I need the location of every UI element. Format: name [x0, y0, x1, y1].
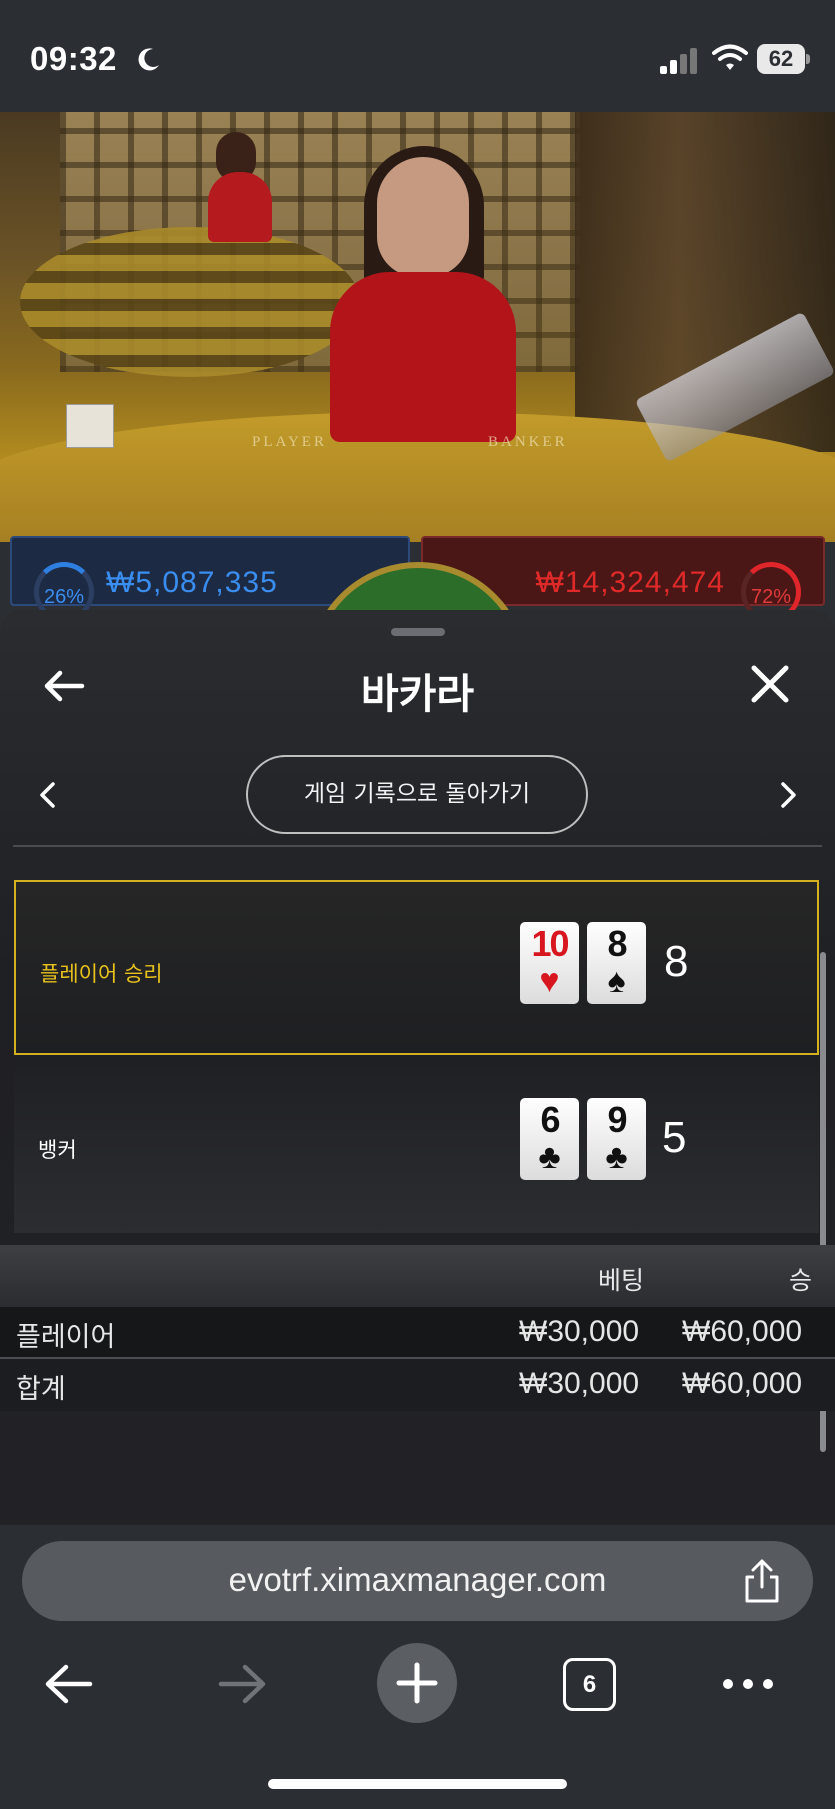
background-table [20, 227, 360, 377]
card-suit: ♠ [607, 962, 626, 1000]
background-dealer [208, 172, 272, 242]
playing-card: 10 ♥ [520, 922, 579, 1004]
table-label-banker: BANKER [488, 434, 568, 450]
banker-score: 5 [662, 1113, 687, 1162]
home-indicator[interactable] [268, 1779, 567, 1789]
card-suit: ♣ [605, 1138, 628, 1176]
wifi-icon [712, 44, 748, 70]
column-header-win: 승 [789, 1266, 813, 1295]
back-to-history-button[interactable]: 게임 기록으로 돌아가기 [246, 755, 588, 834]
playing-card: 9 ♣ [587, 1098, 646, 1180]
row-label: 합계 [16, 1374, 66, 1405]
player-total-amount: ₩5,087,335 [106, 566, 278, 599]
table-header: 베팅 승 [0, 1245, 835, 1307]
dealer [330, 272, 516, 442]
playing-card: 8 ♠ [587, 922, 646, 1004]
back-icon[interactable] [42, 1657, 96, 1711]
player-result-row: 플레이어 승리 10 ♥ 8 ♠ 8 [14, 880, 819, 1055]
row-label: 플레이어 [16, 1322, 116, 1353]
tabs-icon[interactable]: 6 [563, 1658, 616, 1711]
chevron-left-icon[interactable] [36, 780, 60, 810]
banker-result-row: 뱅커 6 ♣ 9 ♣ 5 [14, 1058, 819, 1233]
forward-icon[interactable] [215, 1657, 269, 1711]
card-rank: 8 [607, 923, 627, 964]
card-suit: ♥ [539, 962, 560, 1000]
more-icon[interactable] [720, 1672, 776, 1696]
banker-result-label: 뱅커 [38, 1138, 77, 1162]
bet-summary-table: 베팅 승 플레이어 ₩30,000 ₩60,000 합계 ₩30,000 ₩60… [0, 1245, 835, 1411]
table-row: 플레이어 ₩30,000 ₩60,000 [0, 1307, 835, 1359]
chevron-right-icon[interactable] [776, 780, 800, 810]
url-text: evotrf.ximaxmanager.com [228, 1561, 607, 1598]
playing-card: 6 ♣ [520, 1098, 579, 1180]
card-stack [66, 404, 114, 448]
player-result-label: 플레이어 승리 [40, 962, 163, 986]
column-header-bet: 베팅 [598, 1266, 645, 1295]
signal-icon [660, 48, 697, 74]
divider [13, 845, 822, 847]
table-label-player: PLAYER [252, 434, 327, 450]
status-time: 09:32 [30, 40, 117, 77]
browser-toolbar: evotrf.ximaxmanager.com 6 [0, 1525, 835, 1809]
new-tab-icon[interactable] [377, 1643, 457, 1723]
banker-total-amount: ₩14,324,474 [535, 566, 725, 599]
table-row: 합계 ₩30,000 ₩60,000 [0, 1359, 835, 1411]
sheet-title: 바카라 [360, 670, 475, 718]
battery-icon: 62 [757, 44, 810, 74]
live-video[interactable]: PLAYER BANKER [0, 112, 835, 542]
card-rank: 10 [531, 923, 569, 964]
game-detail-sheet: 바카라 게임 기록으로 돌아가기 플레이어 승리 10 ♥ 8 ♠ 8 뱅커 6… [0, 610, 835, 1525]
win-amount: ₩60,000 [682, 1367, 803, 1400]
sheet-grabber[interactable] [391, 628, 445, 636]
bet-amount: ₩30,000 [519, 1367, 640, 1400]
bet-amount: ₩30,000 [519, 1315, 640, 1348]
battery-level: 62 [757, 44, 805, 74]
player-score: 8 [664, 937, 689, 986]
card-rank: 6 [540, 1099, 560, 1140]
win-amount: ₩60,000 [682, 1315, 803, 1348]
share-icon[interactable] [740, 1557, 784, 1605]
moon-icon [138, 48, 159, 71]
status-bar: 09:32 62 [0, 0, 835, 112]
card-suit: ♣ [538, 1138, 561, 1176]
dealer-face [377, 157, 469, 277]
close-icon[interactable] [748, 662, 792, 706]
address-bar[interactable]: evotrf.ximaxmanager.com [22, 1541, 813, 1621]
card-rank: 9 [607, 1099, 627, 1140]
